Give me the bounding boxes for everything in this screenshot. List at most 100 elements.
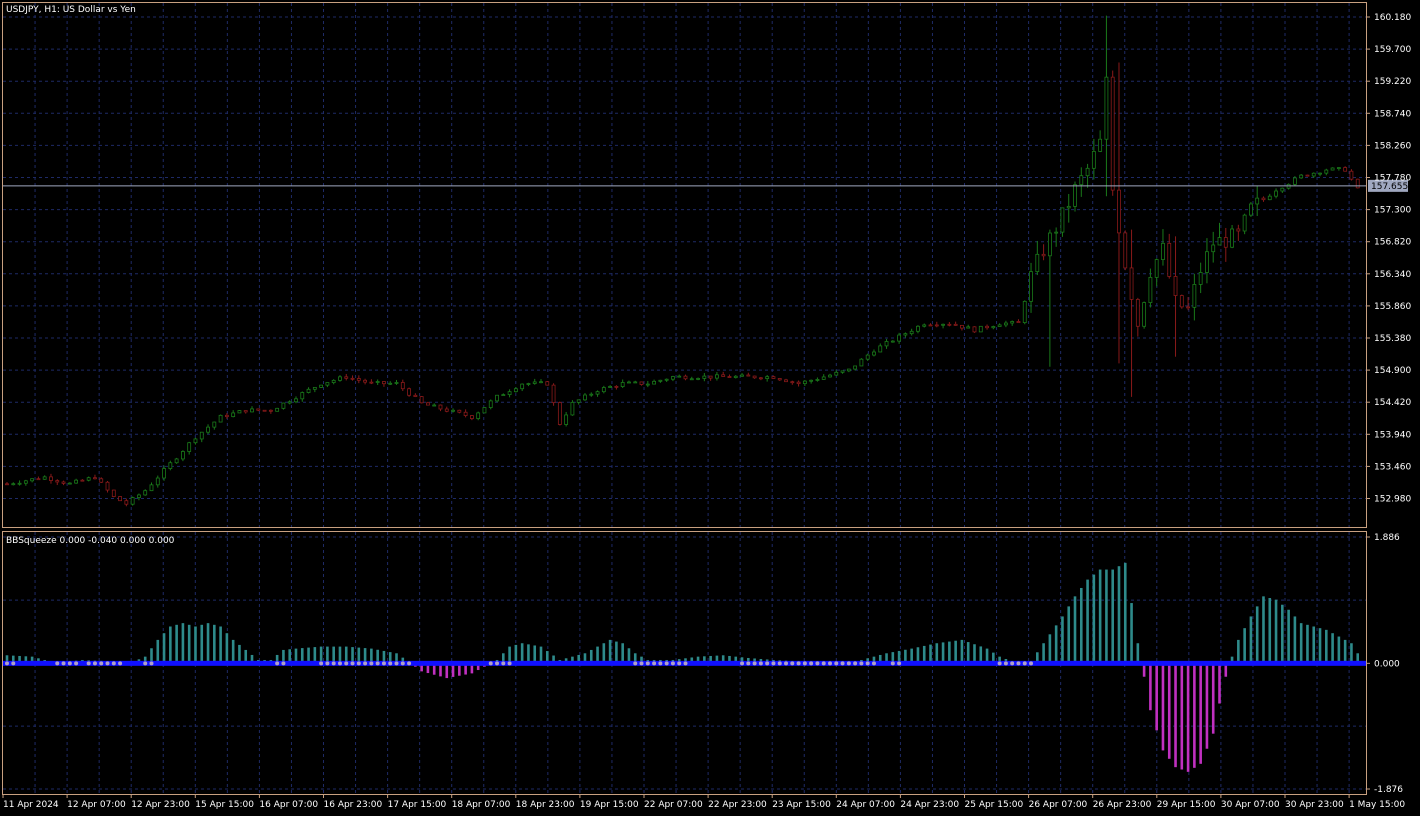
price-tick-label: 153.940 [1374, 430, 1411, 440]
squeeze-dot [802, 661, 807, 666]
candle[interactable] [275, 407, 280, 412]
candle[interactable] [570, 400, 575, 416]
squeeze-dot [758, 661, 763, 666]
candle[interactable] [545, 381, 550, 386]
time-tick-label: 1 May 15:00 [1349, 800, 1405, 810]
candle[interactable] [407, 387, 411, 397]
candle[interactable] [551, 383, 556, 406]
time-tick-label: 30 Apr 23:00 [1285, 800, 1344, 810]
candle[interactable] [111, 489, 116, 498]
candle[interactable] [1355, 178, 1360, 189]
histogram-bar [238, 644, 241, 664]
histogram-bar [979, 646, 983, 664]
candle[interactable] [1292, 176, 1297, 187]
candle[interactable] [859, 358, 864, 367]
trading-chart[interactable]: 157.655 160.180159.700159.220158.740158.… [0, 0, 1420, 816]
histogram-bar [1155, 663, 1158, 731]
candle[interactable] [1179, 294, 1184, 309]
time-tick-label: 18 Apr 07:00 [452, 800, 511, 810]
symbol-title: USDJPY, H1: US Dollar vs Yen [6, 5, 136, 15]
candle[interactable] [218, 414, 223, 423]
histogram-bar [187, 624, 191, 664]
histogram-bar [1117, 566, 1121, 664]
histogram-bar [596, 646, 599, 664]
candle[interactable] [174, 457, 179, 464]
histogram-bar [175, 624, 178, 664]
squeeze-dot [677, 661, 682, 666]
candle[interactable] [1305, 174, 1310, 177]
candle[interactable] [488, 399, 493, 410]
candle[interactable] [1249, 201, 1253, 217]
histogram-bar [1237, 639, 1240, 664]
candle[interactable] [419, 396, 424, 404]
histogram-bar [1186, 663, 1190, 772]
candle[interactable] [1142, 301, 1147, 329]
candle[interactable] [1299, 173, 1304, 179]
squeeze-dot [149, 661, 154, 666]
candle[interactable] [1123, 230, 1128, 271]
squeeze-dot [765, 661, 770, 666]
histogram-bar [1293, 616, 1297, 664]
histogram-bar [1199, 663, 1202, 764]
time-tick-label: 24 Apr 07:00 [836, 800, 895, 810]
histogram-bar [206, 623, 210, 664]
candle[interactable] [1349, 169, 1354, 181]
histogram-bar [1325, 629, 1328, 664]
squeeze-dot [375, 661, 380, 666]
candle[interactable] [1242, 213, 1247, 235]
candle[interactable] [118, 496, 122, 502]
histogram-bar [332, 646, 335, 664]
candle[interactable] [1330, 167, 1335, 171]
price-tick-label: 158.260 [1374, 141, 1411, 151]
squeeze-dot [1003, 661, 1008, 666]
histogram-bar [935, 643, 939, 664]
histogram-bar [1092, 574, 1096, 664]
candle[interactable] [972, 326, 977, 333]
histogram-bar [527, 644, 530, 664]
squeeze-dot [394, 661, 399, 666]
squeeze-dot [5, 661, 9, 666]
candle[interactable] [978, 325, 983, 333]
squeeze-dot [796, 661, 801, 666]
squeeze-dot [281, 661, 286, 666]
candle[interactable] [262, 409, 267, 412]
histogram-bar [615, 641, 618, 664]
histogram-bar [1161, 663, 1165, 751]
price-tick-label: 157.780 [1374, 174, 1411, 184]
squeeze-dot [325, 661, 330, 666]
histogram-bar [1073, 596, 1077, 664]
candle[interactable] [1060, 207, 1065, 237]
histogram-bar [1193, 663, 1196, 768]
candle[interactable] [1110, 70, 1115, 196]
candle[interactable] [482, 407, 487, 414]
time-tick-label: 24 Apr 23:00 [900, 800, 959, 810]
candle[interactable] [1022, 300, 1027, 325]
price-tick-label: 154.420 [1374, 398, 1411, 408]
squeeze-dot [815, 661, 820, 666]
histogram-bar [1249, 616, 1253, 664]
price-tick-label: 154.900 [1374, 366, 1411, 376]
squeeze-dot [92, 661, 97, 666]
candle[interactable] [476, 411, 481, 421]
histogram-bar [1061, 616, 1064, 664]
time-tick-label: 19 Apr 15:00 [580, 800, 639, 810]
candle[interactable] [557, 401, 562, 426]
candle[interactable] [319, 384, 324, 388]
candle[interactable] [237, 410, 242, 414]
histogram-bar [966, 642, 970, 664]
candle[interactable] [130, 496, 135, 506]
candle[interactable] [281, 402, 286, 410]
squeeze-dot [337, 661, 342, 666]
squeeze-dot [61, 661, 66, 666]
histogram-bar [1343, 639, 1347, 664]
squeeze-dot [683, 661, 688, 666]
squeeze-dot [55, 661, 60, 666]
squeeze-dot [840, 661, 845, 666]
histogram-bar [1079, 587, 1083, 664]
histogram-bar [1086, 579, 1089, 664]
price-tick-label: 159.700 [1374, 45, 1411, 55]
indicator-title: BBSqueeze 0.000 -0.040 0.000 0.000 [6, 536, 175, 546]
squeeze-dot [1010, 661, 1015, 666]
histogram-bar [1174, 663, 1177, 768]
candle[interactable] [495, 394, 499, 403]
